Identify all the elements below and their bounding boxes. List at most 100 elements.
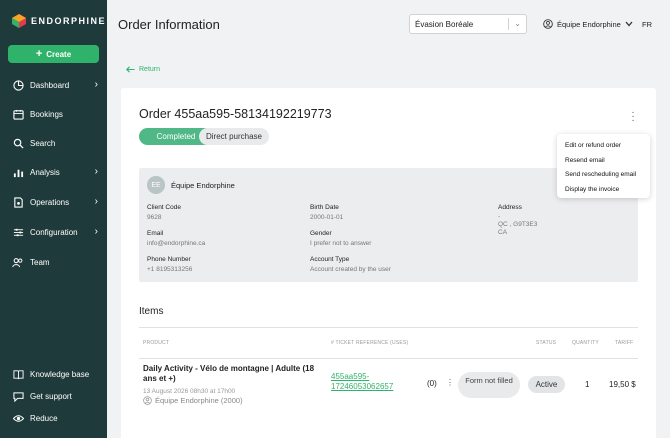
email-value: info@endorphine.ca: [147, 240, 206, 247]
phone-value: +1 8195313256: [147, 266, 193, 273]
sidebar-item-label: Analysis: [30, 167, 60, 177]
sidebar-item-team[interactable]: Team: [0, 251, 107, 273]
sidebar-item-label: Search: [30, 138, 56, 148]
ticket-uses: (0): [427, 379, 437, 388]
select-separator: [508, 18, 509, 30]
birth-date-value: 2000-01-01: [310, 214, 344, 221]
sidebar-item-knowledge-base[interactable]: Knowledge base: [0, 363, 107, 385]
logo-text: ENDORPHINE: [31, 16, 107, 26]
email-label: Email: [147, 230, 164, 237]
divider: [139, 327, 638, 328]
row-options-icon[interactable]: ⋮: [446, 378, 454, 387]
address-label: Address: [498, 204, 522, 211]
book-icon: [12, 368, 24, 380]
sidebar-item-label: Get support: [30, 391, 72, 401]
dashboard-icon: [12, 79, 24, 91]
logo[interactable]: ENDORPHINE: [12, 14, 106, 28]
client-code-value: 9628: [147, 214, 162, 221]
chat-icon: [12, 390, 24, 402]
birth-date-label: Birth Date: [310, 204, 339, 211]
sidebar: ENDORPHINE + Create Dashboard › Bookings…: [0, 0, 107, 438]
client-code-label: Client Code: [147, 204, 181, 211]
chevron-right-icon: ›: [94, 196, 98, 207]
item-status-badge: Active: [528, 376, 565, 393]
form-status-badge[interactable]: Form not filled: [458, 372, 520, 398]
address-line1: -: [498, 213, 501, 220]
ticket-line2: 17246053062657: [331, 382, 394, 391]
item-tariff: 19,50 $: [609, 380, 636, 389]
column-product: PRODUCT: [143, 340, 170, 346]
gender-value: I prefer not to answer: [310, 240, 372, 247]
chevron-right-icon: ›: [94, 226, 98, 237]
divider: [139, 358, 638, 359]
operations-icon: [12, 196, 24, 208]
chevron-right-icon: ›: [94, 79, 98, 90]
arrow-left-icon: [126, 66, 135, 73]
sliders-icon: [12, 226, 24, 238]
chevron-down-icon: [625, 21, 633, 27]
sidebar-item-label: Knowledge base: [30, 369, 90, 379]
column-tariff: TARIFF: [615, 340, 634, 346]
product-name: Daily Activity - Vélo de montagne | Adul…: [143, 364, 315, 383]
sidebar-item-get-support[interactable]: Get support: [0, 385, 107, 407]
sidebar-item-operations[interactable]: Operations ›: [0, 191, 107, 213]
sidebar-item-label: Team: [30, 257, 50, 267]
logo-icon: [12, 14, 26, 28]
account-type-label: Account Type: [310, 256, 350, 263]
chevron-down-icon: ⌄: [514, 19, 521, 28]
phone-label: Phone Number: [147, 256, 191, 263]
menu-item-resend-email[interactable]: Resend email: [565, 154, 650, 169]
sidebar-item-configuration[interactable]: Configuration ›: [0, 221, 107, 243]
sidebar-item-label: Dashboard: [30, 80, 70, 90]
items-title: Items: [139, 306, 164, 317]
organization-select-value: Évasion Boréale: [415, 19, 474, 29]
product-organizer: Équipe Endorphine (2000): [143, 396, 243, 405]
column-quantity: QUANTITY: [572, 340, 599, 346]
create-button[interactable]: + Create: [8, 45, 99, 63]
menu-item-rescheduling-email[interactable]: Send rescheduling email: [565, 168, 650, 183]
return-link[interactable]: Return: [126, 66, 160, 73]
sidebar-item-dashboard[interactable]: Dashboard ›: [0, 74, 107, 96]
more-options-icon[interactable]: · · ·: [630, 108, 636, 126]
chevron-right-icon: ›: [94, 166, 98, 177]
gender-label: Gender: [310, 230, 332, 237]
sidebar-item-analysis[interactable]: Analysis ›: [0, 161, 107, 183]
user-circle-icon: [143, 396, 152, 405]
plus-icon: +: [35, 48, 43, 60]
address-line2: QC , G9T3E3: [498, 221, 538, 228]
chart-icon: [12, 166, 24, 178]
order-type-badge: Direct purchase: [199, 128, 269, 145]
organizer-name: Équipe Endorphine (2000): [155, 396, 243, 405]
language-toggle[interactable]: FR: [642, 20, 652, 29]
menu-item-display-invoice[interactable]: Display the invoice: [565, 183, 650, 198]
page-title: Order Information: [118, 17, 220, 32]
order-actions-menu: Edit or refund order Resend email Send r…: [557, 134, 650, 198]
sidebar-item-reduce[interactable]: Reduce: [0, 407, 107, 429]
customer-name: Équipe Endorphine: [171, 181, 235, 190]
account-name: Équipe Endorphine: [557, 19, 621, 29]
sidebar-item-search[interactable]: Search: [0, 132, 107, 154]
sidebar-item-label: Reduce: [30, 413, 58, 423]
menu-item-edit-refund[interactable]: Edit or refund order: [565, 139, 650, 154]
sidebar-item-label: Configuration: [30, 227, 78, 237]
top-bar: Order Information Évasion Boréale ⌄ Équi…: [107, 0, 670, 50]
column-ticket: # TICKET REFERENCE (USES): [331, 340, 409, 346]
team-icon: [12, 256, 24, 268]
account-menu[interactable]: Équipe Endorphine: [543, 19, 633, 29]
organization-select[interactable]: Évasion Boréale ⌄: [409, 14, 527, 34]
account-type-value: Account created by the user: [310, 266, 391, 273]
calendar-icon: [12, 108, 24, 120]
create-label: Create: [46, 49, 72, 59]
return-label: Return: [139, 66, 161, 73]
sidebar-item-bookings[interactable]: Bookings: [0, 103, 107, 125]
column-status: STATUS: [536, 340, 557, 346]
avatar: EE: [147, 176, 165, 194]
item-quantity: 1: [585, 380, 590, 389]
ticket-line1: 455aa595-: [331, 372, 370, 381]
search-icon: [12, 137, 24, 149]
eye-icon: [12, 412, 24, 424]
user-circle-icon: [543, 19, 553, 29]
sidebar-item-label: Bookings: [30, 109, 63, 119]
ticket-reference-link[interactable]: 455aa595- 17246053062657: [331, 372, 393, 392]
order-title: Order 455aa595-58134192219773: [139, 107, 332, 121]
